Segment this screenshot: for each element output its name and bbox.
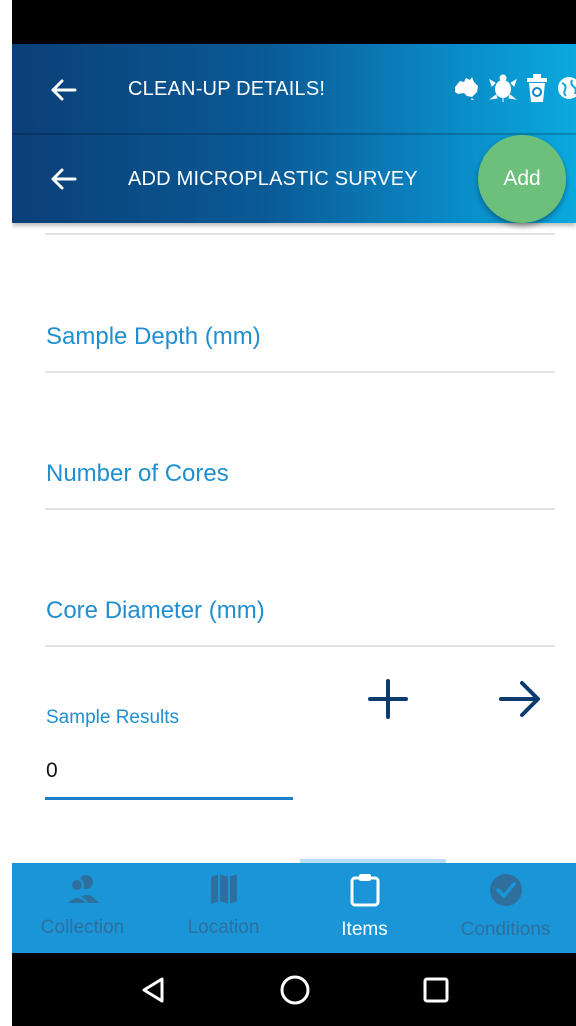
number-of-cores-underline	[45, 508, 555, 510]
next-button[interactable]	[496, 675, 544, 723]
nav-location[interactable]: Location	[153, 863, 294, 953]
check-circle-icon	[489, 874, 522, 906]
sample-results-underline	[45, 797, 293, 800]
plus-icon	[368, 679, 408, 719]
nav-items[interactable]: Items	[294, 863, 435, 953]
turtle-icon	[489, 74, 517, 102]
clipboard-icon	[350, 874, 379, 907]
arrow-left-icon	[51, 168, 77, 190]
arrow-left-icon	[51, 79, 77, 101]
home-circle-icon[interactable]	[279, 974, 311, 1006]
app-screen: CLEAN-UP DETAILS! ADD MICROPLASTIC SURVE…	[12, 0, 576, 1026]
sample-depth-field[interactable]: Sample Depth (mm)	[46, 323, 261, 351]
sample-depth-underline	[45, 371, 555, 373]
nav-collection-label: Collection	[40, 917, 125, 938]
app-bar: CLEAN-UP DETAILS!	[12, 44, 576, 135]
back-triangle-icon[interactable]	[138, 975, 168, 1005]
sample-results-label: Sample Results	[46, 707, 180, 728]
bottom-nav: Collection Location Items Conditions	[12, 863, 576, 953]
australia-map-icon	[455, 77, 478, 100]
status-bar	[12, 0, 576, 44]
core-diameter-field[interactable]: Core Diameter (mm)	[46, 597, 265, 625]
nav-items-label: Items	[341, 919, 388, 940]
map-icon	[210, 874, 237, 904]
recycle-bin-icon	[527, 74, 547, 102]
sub-page-title: ADD MICROPLASTIC SURVEY	[128, 168, 418, 190]
survey-form: Sample Depth (mm) Number of Cores Core D…	[12, 223, 576, 863]
divider	[45, 233, 555, 235]
back-button[interactable]	[48, 75, 78, 105]
core-diameter-underline	[45, 645, 555, 647]
system-nav-bar	[12, 953, 576, 1026]
add-result-button[interactable]	[364, 675, 412, 723]
nav-conditions[interactable]: Conditions	[435, 863, 576, 953]
logo-icons	[452, 74, 576, 102]
page-title: CLEAN-UP DETAILS!	[128, 78, 326, 100]
nav-conditions-label: Conditions	[460, 919, 551, 940]
recents-square-icon[interactable]	[422, 976, 450, 1004]
add-button[interactable]: Add	[478, 135, 566, 223]
sample-results-input[interactable]: 0	[46, 759, 58, 783]
sub-back-button[interactable]	[48, 164, 78, 194]
arrow-right-icon	[499, 681, 540, 717]
nav-location-label: Location	[187, 917, 260, 938]
globe-icon	[558, 77, 576, 99]
people-icon	[64, 875, 99, 905]
number-of-cores-field[interactable]: Number of Cores	[46, 460, 229, 488]
nav-collection[interactable]: Collection	[12, 863, 153, 953]
